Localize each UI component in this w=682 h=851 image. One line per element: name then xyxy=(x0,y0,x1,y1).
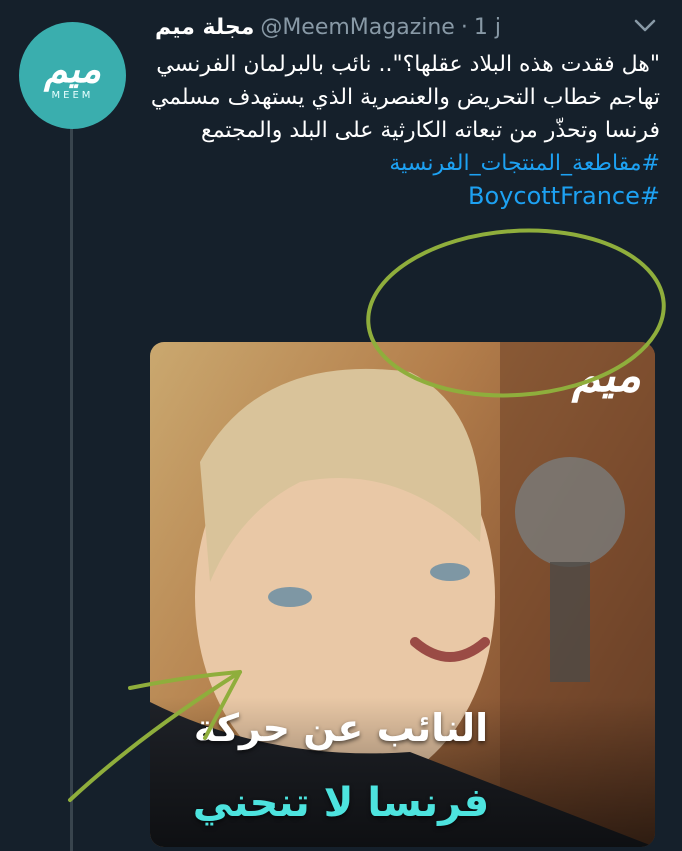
hashtag-link-boycottfrance[interactable]: #BoycottFrance xyxy=(150,180,660,213)
media-watermark-logo: ميم xyxy=(571,348,641,402)
chevron-down-icon[interactable] xyxy=(632,14,658,36)
display-name[interactable]: مجلة ميم xyxy=(155,15,254,40)
account-handle[interactable]: @MeemMagazine xyxy=(260,15,455,40)
header-separator: · xyxy=(460,14,468,40)
tweet-timestamp[interactable]: 1 j xyxy=(474,15,501,40)
hashtag-link-arabic[interactable]: #مقاطعة_المنتجات_الفرنسية xyxy=(150,147,660,180)
tweet-text: "هل فقدت هذه البلاد عقلها؟".. نائب بالبر… xyxy=(150,52,660,143)
avatar[interactable]: ميم MEEM xyxy=(19,22,126,129)
avatar-logo: ميم xyxy=(43,46,102,91)
media-caption-line2: فرنسا لا تنحني xyxy=(192,780,490,826)
video-frame-illustration xyxy=(150,342,655,847)
avatar-subtext: MEEM xyxy=(51,90,94,101)
media-caption-line1: النائب عن حركة xyxy=(193,706,489,750)
tweet-media-image[interactable]: ميم xyxy=(150,342,655,847)
tweet-body: "هل فقدت هذه البلاد عقلها؟".. نائب بالبر… xyxy=(150,48,660,213)
tweet-header: مجلة ميم @MeemMagazine · 1 j xyxy=(155,10,650,44)
